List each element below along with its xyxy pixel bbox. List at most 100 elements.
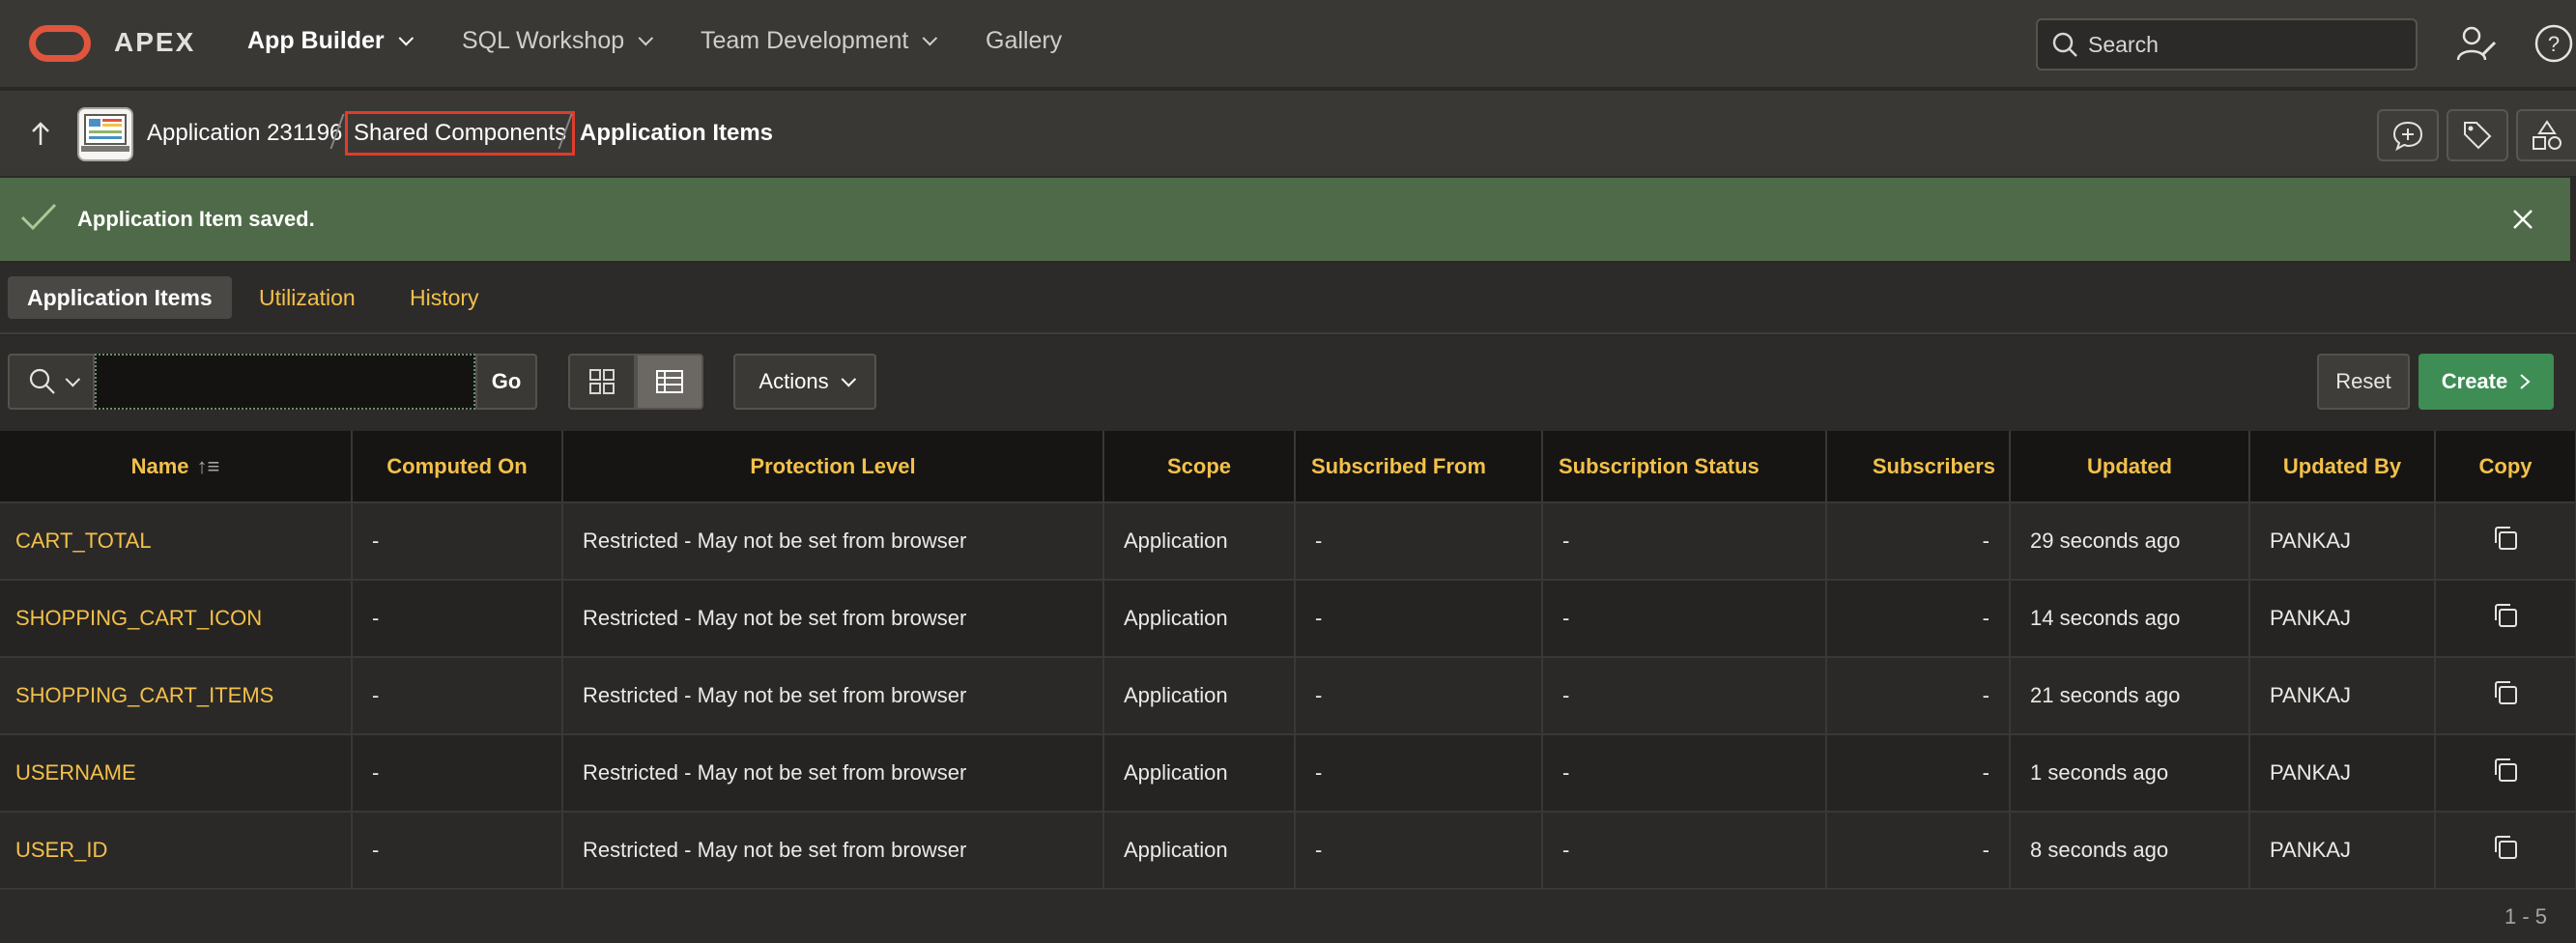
column-header-updated[interactable]: Updated (2010, 431, 2250, 503)
column-header-name[interactable]: Name ↑≡ (0, 431, 353, 503)
nav-sql-workshop[interactable]: SQL Workshop (462, 27, 654, 55)
success-message: Application Item saved. (77, 207, 315, 231)
cell-name-link[interactable]: CART_TOTAL (0, 502, 353, 581)
comment-button[interactable] (2377, 109, 2439, 161)
sort-asc-icon: ↑≡ (196, 453, 220, 478)
column-header-computed-on[interactable]: Computed On (352, 431, 563, 503)
report-view-icon (656, 370, 683, 393)
report-search-input[interactable] (95, 354, 475, 410)
cell-scope: Application (1103, 657, 1296, 735)
tab-utilization[interactable]: Utilization (240, 276, 375, 319)
cell-computed-on: - (352, 734, 563, 813)
cell-scope: Application (1103, 580, 1296, 658)
grid-view-icon (589, 369, 615, 394)
global-search-input[interactable]: Search (2036, 18, 2418, 71)
chevron-down-icon (398, 30, 414, 46)
cell-copy (2435, 812, 2576, 890)
column-header-subscribers[interactable]: Subscribers (1826, 431, 2011, 503)
cell-name-link[interactable]: USER_ID (0, 812, 353, 890)
report-view-button[interactable] (636, 354, 703, 410)
tag-icon (2464, 122, 2492, 150)
nav-team-development[interactable]: Team Development (701, 27, 938, 55)
copy-icon[interactable] (2491, 524, 2520, 553)
column-header-subscribed-from[interactable]: Subscribed From (1295, 431, 1543, 503)
cell-copy (2435, 657, 2576, 735)
column-header-updated-by[interactable]: Updated By (2249, 431, 2436, 503)
help-icon[interactable]: ? (2532, 21, 2576, 66)
top-navigation: APEX App Builder SQL Workshop Team Devel… (0, 0, 2576, 89)
cell-name-link[interactable]: USERNAME (0, 734, 353, 813)
tab-application-items[interactable]: Application Items (8, 276, 232, 319)
cell-computed-on: - (352, 812, 563, 890)
actions-menu-button[interactable]: Actions (733, 354, 876, 410)
cell-subscription-status: - (1542, 502, 1827, 581)
search-placeholder: Search (2088, 31, 2159, 57)
reset-button[interactable]: Reset (2317, 354, 2410, 410)
check-icon (20, 203, 57, 231)
cell-scope: Application (1103, 812, 1296, 890)
go-button[interactable]: Go (475, 354, 537, 410)
cell-scope: Application (1103, 502, 1296, 581)
oracle-logo-icon[interactable] (29, 25, 91, 62)
app-icon[interactable] (77, 107, 133, 161)
cell-subscription-status: - (1542, 580, 1827, 658)
cell-subscribers: - (1826, 502, 2011, 581)
table-row: SHOPPING_CART_ICON - Restricted - May not … (0, 580, 2576, 658)
copy-icon[interactable] (2491, 756, 2520, 785)
report-footer: 1 - 5 (0, 891, 2576, 943)
copy-icon[interactable] (2491, 833, 2520, 862)
up-arrow-icon[interactable] (29, 120, 52, 149)
cell-subscription-status: - (1542, 657, 1827, 735)
cell-updated: 14 seconds ago (2010, 580, 2250, 658)
tag-button[interactable] (2447, 109, 2508, 161)
cell-subscribers: - (1826, 734, 2011, 813)
comment-plus-icon (2392, 121, 2423, 152)
breadcrumb-application[interactable]: Application 231196 (147, 120, 342, 147)
cell-subscription-status: - (1542, 812, 1827, 890)
column-header-subscription-status[interactable]: Subscription Status (1542, 431, 1827, 503)
cell-copy (2435, 502, 2576, 581)
tab-bar: Application Items Utilization History (0, 263, 2576, 334)
cell-name-link[interactable]: SHOPPING_CART_ITEMS (0, 657, 353, 735)
breadcrumb-shared-components[interactable]: Shared Components (345, 111, 576, 156)
cell-computed-on: - (352, 580, 563, 658)
copy-icon[interactable] (2491, 601, 2520, 630)
cell-subscription-status: - (1542, 734, 1827, 813)
chevron-down-icon (922, 30, 938, 46)
cell-updated-by: PANKAJ (2249, 502, 2436, 581)
create-button[interactable]: Create (2419, 354, 2554, 410)
nav-app-builder[interactable]: App Builder (247, 27, 414, 55)
search-column-select[interactable] (8, 354, 95, 410)
column-header-protection-level[interactable]: Protection Level (562, 431, 1104, 503)
cell-computed-on: - (352, 657, 563, 735)
nav-gallery[interactable]: Gallery (986, 27, 1062, 55)
cell-updated-by: PANKAJ (2249, 734, 2436, 813)
chevron-down-icon (841, 371, 856, 386)
shapes-icon (2533, 120, 2562, 150)
chevron-down-icon (638, 30, 654, 46)
close-icon[interactable] (2508, 205, 2537, 234)
shared-components-shapes-button[interactable] (2516, 109, 2576, 161)
cell-subscribers: - (1826, 580, 2011, 658)
tab-history[interactable]: History (390, 276, 499, 319)
cell-subscribed-from: - (1295, 580, 1543, 658)
brand-name[interactable]: APEX (114, 27, 195, 58)
user-wrench-icon[interactable] (2454, 21, 2499, 66)
cell-scope: Application (1103, 734, 1296, 813)
table-header-row: Name ↑≡ Computed On Protection Level Scop… (0, 431, 2576, 503)
create-label: Create (2441, 369, 2508, 393)
cell-updated-by: PANKAJ (2249, 812, 2436, 890)
nav-app-builder-label: App Builder (247, 27, 385, 54)
cell-protection-level: Restricted - May not be set from browser (562, 812, 1104, 890)
cell-name-link[interactable]: SHOPPING_CART_ICON (0, 580, 353, 658)
pagination-label: 1 - 5 (2504, 904, 2547, 929)
copy-icon[interactable] (2491, 678, 2520, 707)
report-toolbar: Go Actions Reset Create (0, 336, 2576, 431)
column-header-scope[interactable]: Scope (1103, 431, 1296, 503)
cell-protection-level: Restricted - May not be set from browser (562, 580, 1104, 658)
icon-view-button[interactable] (568, 354, 636, 410)
search-icon (2052, 32, 2077, 57)
column-header-name-label: Name (130, 453, 189, 478)
actions-label: Actions (758, 369, 829, 393)
cell-protection-level: Restricted - May not be set from browser (562, 657, 1104, 735)
